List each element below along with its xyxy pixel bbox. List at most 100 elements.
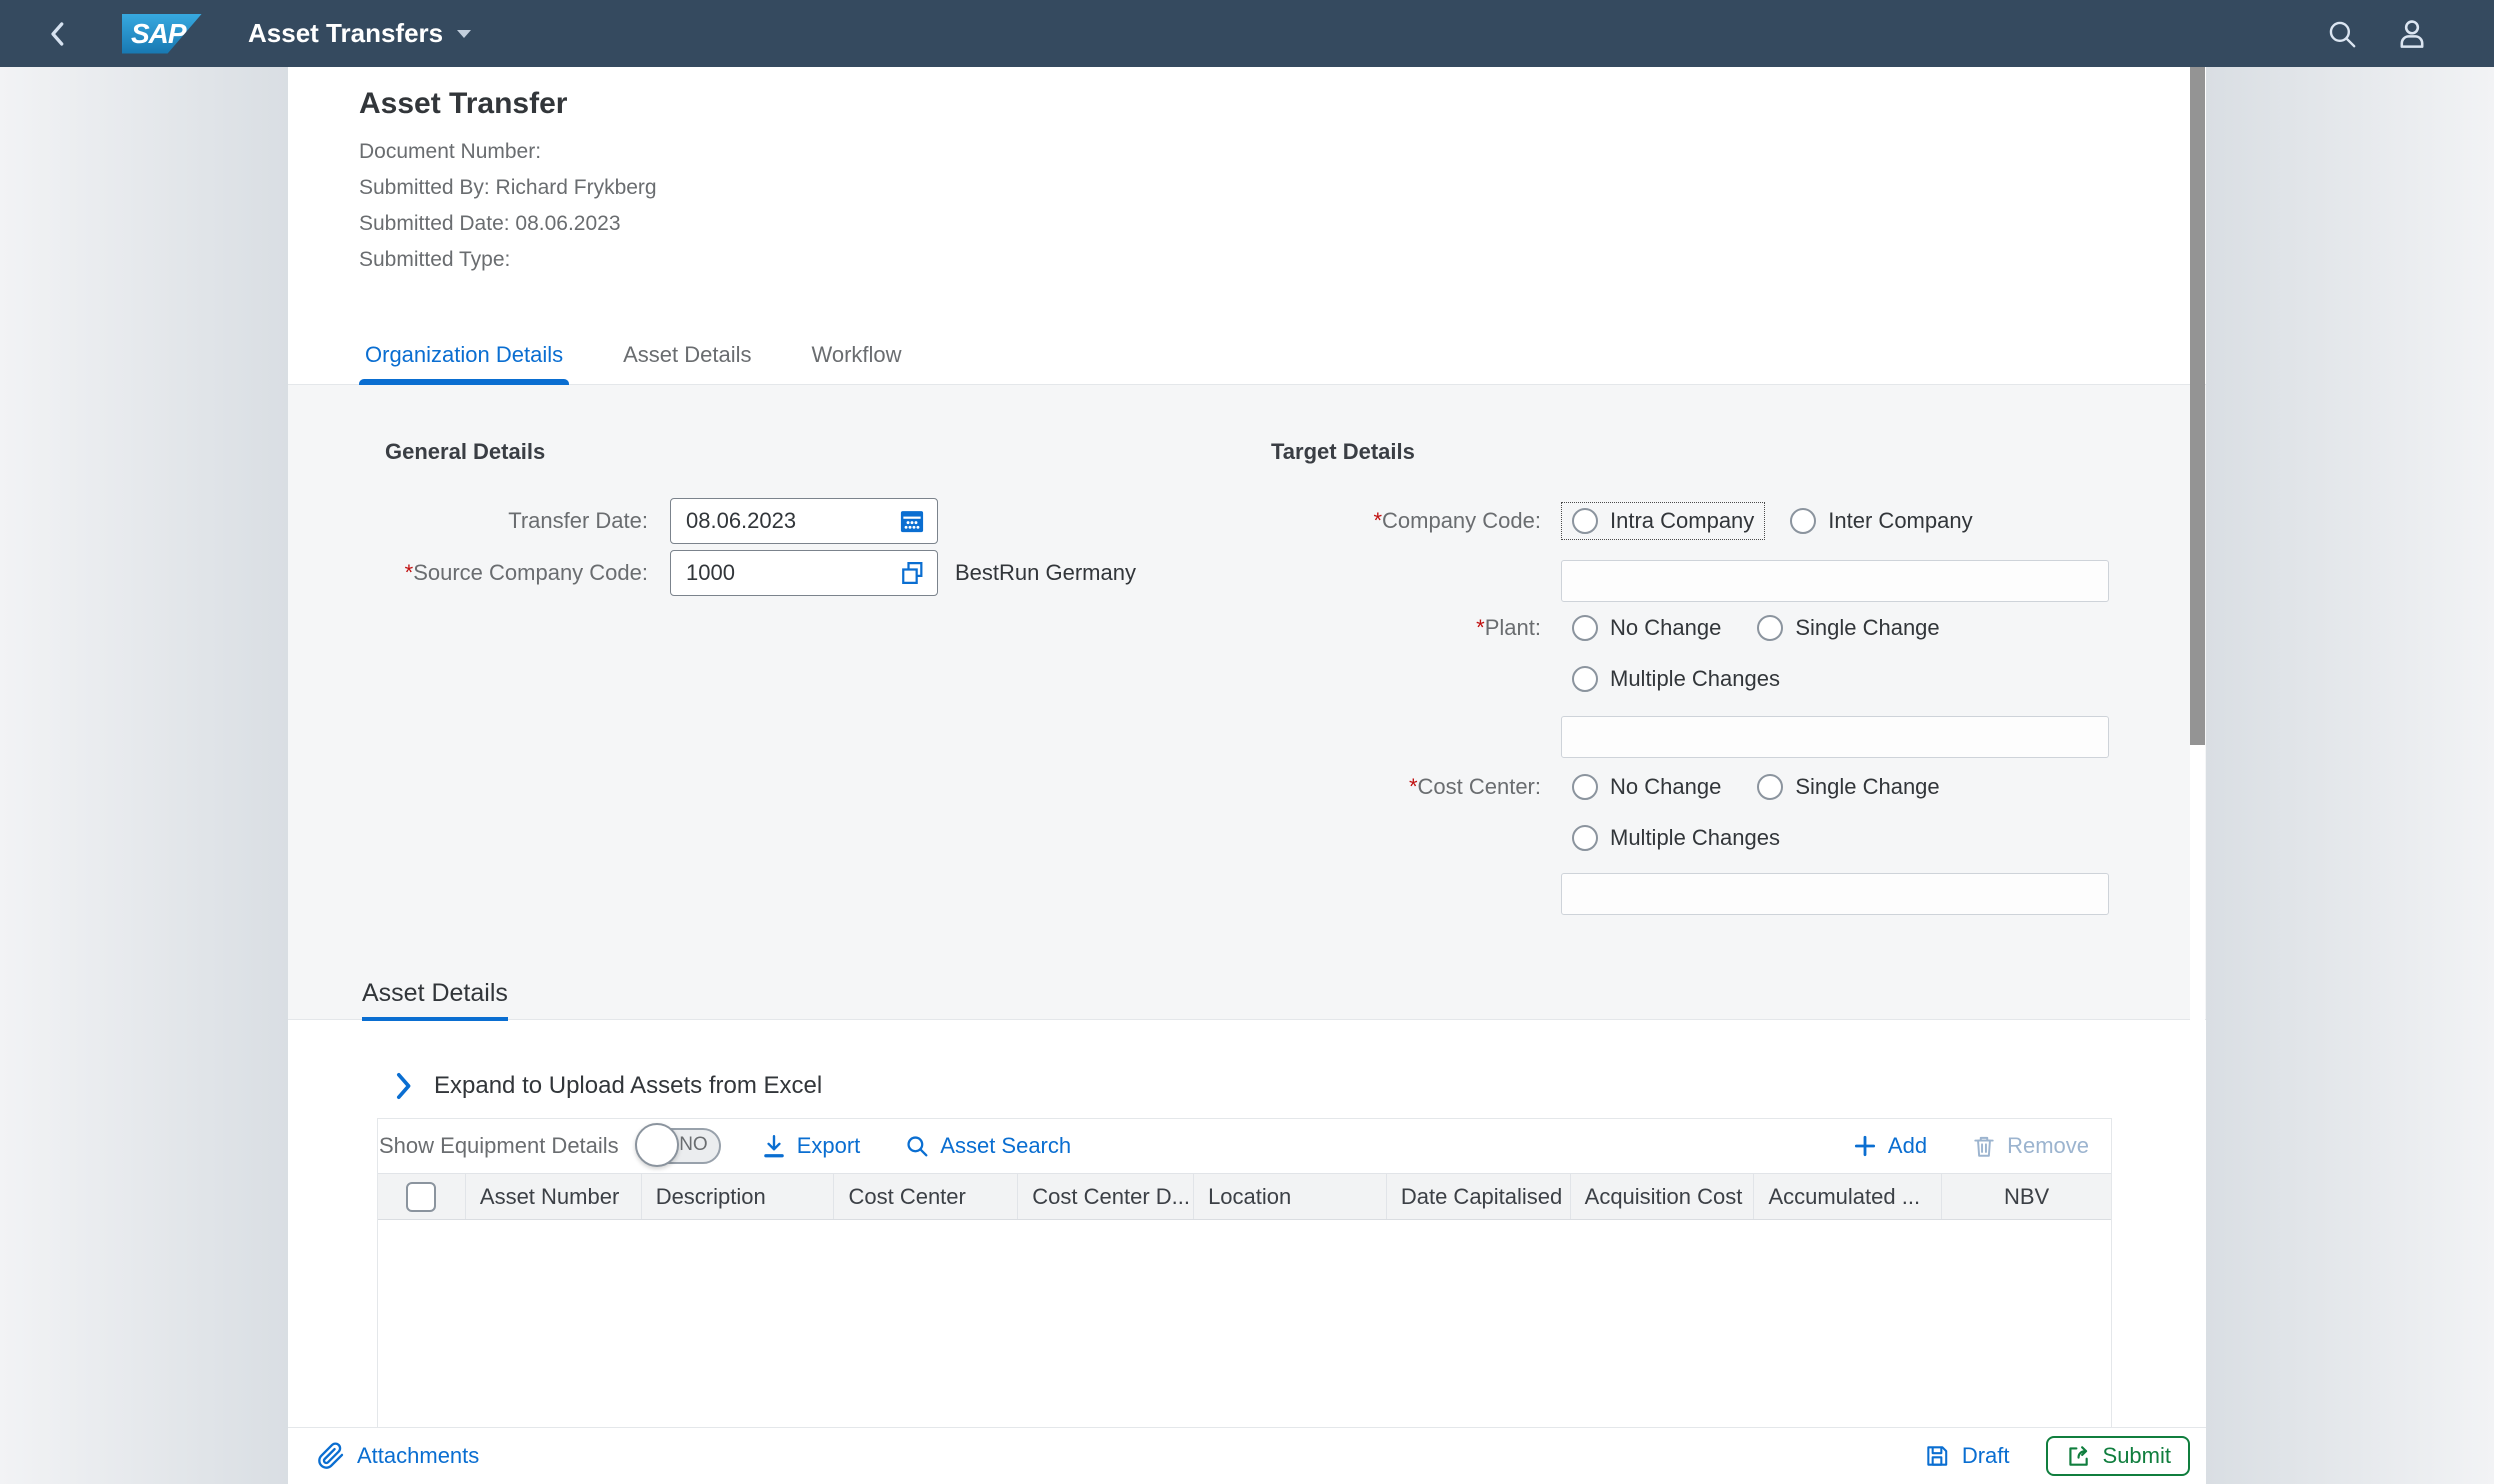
required-marker: *: [404, 560, 414, 585]
expand-upload-assets-label: Expand to Upload Assets from Excel: [434, 1072, 823, 1099]
source-company-code-input-wrap: [670, 550, 938, 596]
column-header-nbv[interactable]: NBV: [1942, 1174, 2111, 1219]
target-cost-center-input[interactable]: [1561, 873, 2109, 915]
footer-bar: Attachments Draft Submit: [288, 1427, 2206, 1484]
cost-center-label: *Cost Center:: [1408, 774, 1541, 799]
chevron-down-icon: [457, 29, 472, 38]
page-title: Asset Transfer: [359, 87, 568, 120]
column-header-accumulated[interactable]: Accumulated ...: [1754, 1174, 1943, 1219]
calendar-icon: [900, 511, 924, 533]
submit-button[interactable]: Submit: [2045, 1436, 2190, 1476]
target-company-code-input-row: [1561, 560, 2109, 602]
cost-center-options: No Change Single Change: [1561, 768, 1951, 806]
app-title-menu[interactable]: Asset Transfers: [248, 18, 472, 49]
plant-label: *Plant:: [1476, 615, 1541, 640]
submitted-by-text: Submitted By: Richard Frykberg: [359, 176, 657, 199]
trash-icon: [1974, 1136, 1994, 1157]
assets-table-panel: Show Equipment Details NO Export Asset S…: [377, 1118, 2112, 1427]
radio-circle-icon: [1572, 774, 1598, 800]
back-button[interactable]: [36, 12, 80, 56]
transfer-date-row: Transfer Date:: [385, 498, 1136, 544]
plant-row: *Plant: No Change Single Change: [1271, 605, 2109, 651]
search-icon: [907, 1136, 928, 1157]
search-icon: [2329, 21, 2356, 47]
transfer-date-input[interactable]: [686, 508, 895, 534]
search-button[interactable]: [2318, 10, 2366, 58]
person-icon: [2400, 19, 2424, 48]
asset-details-heading: Asset Details: [362, 978, 508, 1021]
source-company-code-input[interactable]: [686, 560, 895, 586]
select-all-cell: [378, 1174, 466, 1219]
value-help-icon: [902, 561, 923, 585]
radio-cost-center-multiple-changes[interactable]: Multiple Changes: [1561, 819, 1791, 857]
vertical-scrollbar-track[interactable]: [2190, 67, 2205, 1427]
expand-upload-assets-panel[interactable]: Expand to Upload Assets from Excel: [394, 1072, 822, 1100]
vertical-scrollbar-thumb[interactable]: [2190, 67, 2205, 745]
radio-cost-center-no-change[interactable]: No Change: [1561, 768, 1732, 806]
show-equipment-toggle[interactable]: NO: [634, 1123, 721, 1167]
general-details-section: General Details Transfer Date: *Source C…: [385, 437, 1136, 602]
plant-multiple-row: Multiple Changes: [1561, 656, 2109, 702]
radio-circle-icon: [1572, 615, 1598, 641]
radio-circle-icon: [1572, 666, 1598, 692]
radio-inter-company[interactable]: Inter Company: [1779, 502, 1983, 540]
submitted-date-text: Submitted Date: 08.06.2023: [359, 212, 621, 235]
asset-search-button[interactable]: Asset Search: [904, 1133, 1071, 1159]
assets-table-header-row: Asset Number Description Cost Center Cos…: [378, 1173, 2111, 1220]
attachments-button[interactable]: Attachments: [317, 1442, 479, 1470]
target-plant-input-row: [1561, 716, 2109, 758]
column-header-description[interactable]: Description: [642, 1174, 835, 1219]
company-code-label: *Company Code:: [1373, 508, 1541, 533]
radio-plant-multiple-changes[interactable]: Multiple Changes: [1561, 660, 1791, 698]
chevron-right-icon: [396, 1072, 411, 1100]
date-picker-button[interactable]: [895, 504, 929, 538]
show-equipment-details-label: Show Equipment Details: [379, 1133, 619, 1158]
submit-icon: [2068, 1446, 2088, 1466]
back-chevron-icon: [51, 21, 64, 46]
select-all-checkbox[interactable]: [406, 1181, 437, 1212]
plant-options: No Change Single Change: [1561, 609, 1951, 647]
target-details-heading: Target Details: [1271, 439, 1415, 464]
draft-button[interactable]: Draft: [1924, 1443, 2010, 1469]
toggle-knob: [634, 1123, 679, 1167]
general-details-heading: General Details: [385, 439, 546, 464]
radio-circle-icon: [1790, 508, 1817, 534]
company-code-row: *Company Code: Intra Company Inter Compa…: [1271, 498, 2109, 544]
transfer-date-input-wrap: [670, 498, 938, 544]
shell-header: SAP Asset Transfers: [0, 0, 2494, 67]
add-button[interactable]: Add: [1852, 1133, 1927, 1159]
tab-workflow[interactable]: Workflow: [806, 342, 908, 384]
radio-plant-single-change[interactable]: Single Change: [1746, 609, 1950, 647]
column-header-date-capitalised[interactable]: Date Capitalised: [1387, 1174, 1571, 1219]
column-header-location[interactable]: Location: [1194, 1174, 1387, 1219]
user-profile-button[interactable]: [2388, 10, 2436, 58]
download-icon: [763, 1135, 784, 1158]
column-header-asset-number[interactable]: Asset Number: [466, 1174, 642, 1219]
sap-logo-text: SAP: [131, 17, 187, 49]
export-button[interactable]: Export: [761, 1133, 860, 1159]
main-content: Asset Transfer Document Number: Submitte…: [288, 67, 2206, 1484]
cost-center-row: *Cost Center: No Change Single Change: [1271, 764, 2109, 810]
radio-circle-icon: [1572, 825, 1598, 851]
target-company-code-input[interactable]: [1561, 560, 2109, 602]
target-details-section: Target Details *Company Code: Intra Comp…: [1271, 437, 2109, 915]
submitted-type-text: Submitted Type:: [359, 248, 511, 271]
radio-cost-center-single-change[interactable]: Single Change: [1746, 768, 1950, 806]
cost-center-multiple-row: Multiple Changes: [1561, 815, 2109, 861]
radio-plant-no-change[interactable]: No Change: [1561, 609, 1732, 647]
column-header-cost-center[interactable]: Cost Center: [834, 1174, 1019, 1219]
radio-intra-company[interactable]: Intra Company: [1561, 502, 1766, 540]
remove-button[interactable]: Remove: [1971, 1133, 2089, 1159]
radio-circle-icon: [1757, 774, 1784, 800]
target-plant-input[interactable]: [1561, 716, 2109, 758]
sap-logo[interactable]: SAP: [122, 13, 202, 54]
company-code-description: BestRun Germany: [955, 560, 1136, 585]
tab-asset-details[interactable]: Asset Details: [617, 342, 757, 384]
transfer-date-label: Transfer Date:: [508, 508, 648, 533]
value-help-button[interactable]: [895, 556, 929, 590]
column-header-cost-center-description[interactable]: Cost Center D...: [1018, 1174, 1195, 1219]
column-header-acquisition-cost[interactable]: Acquisition Cost: [1571, 1174, 1755, 1219]
tab-organization-details[interactable]: Organization Details: [359, 342, 570, 385]
save-icon: [1927, 1446, 1948, 1466]
document-number-text: Document Number:: [359, 140, 542, 163]
